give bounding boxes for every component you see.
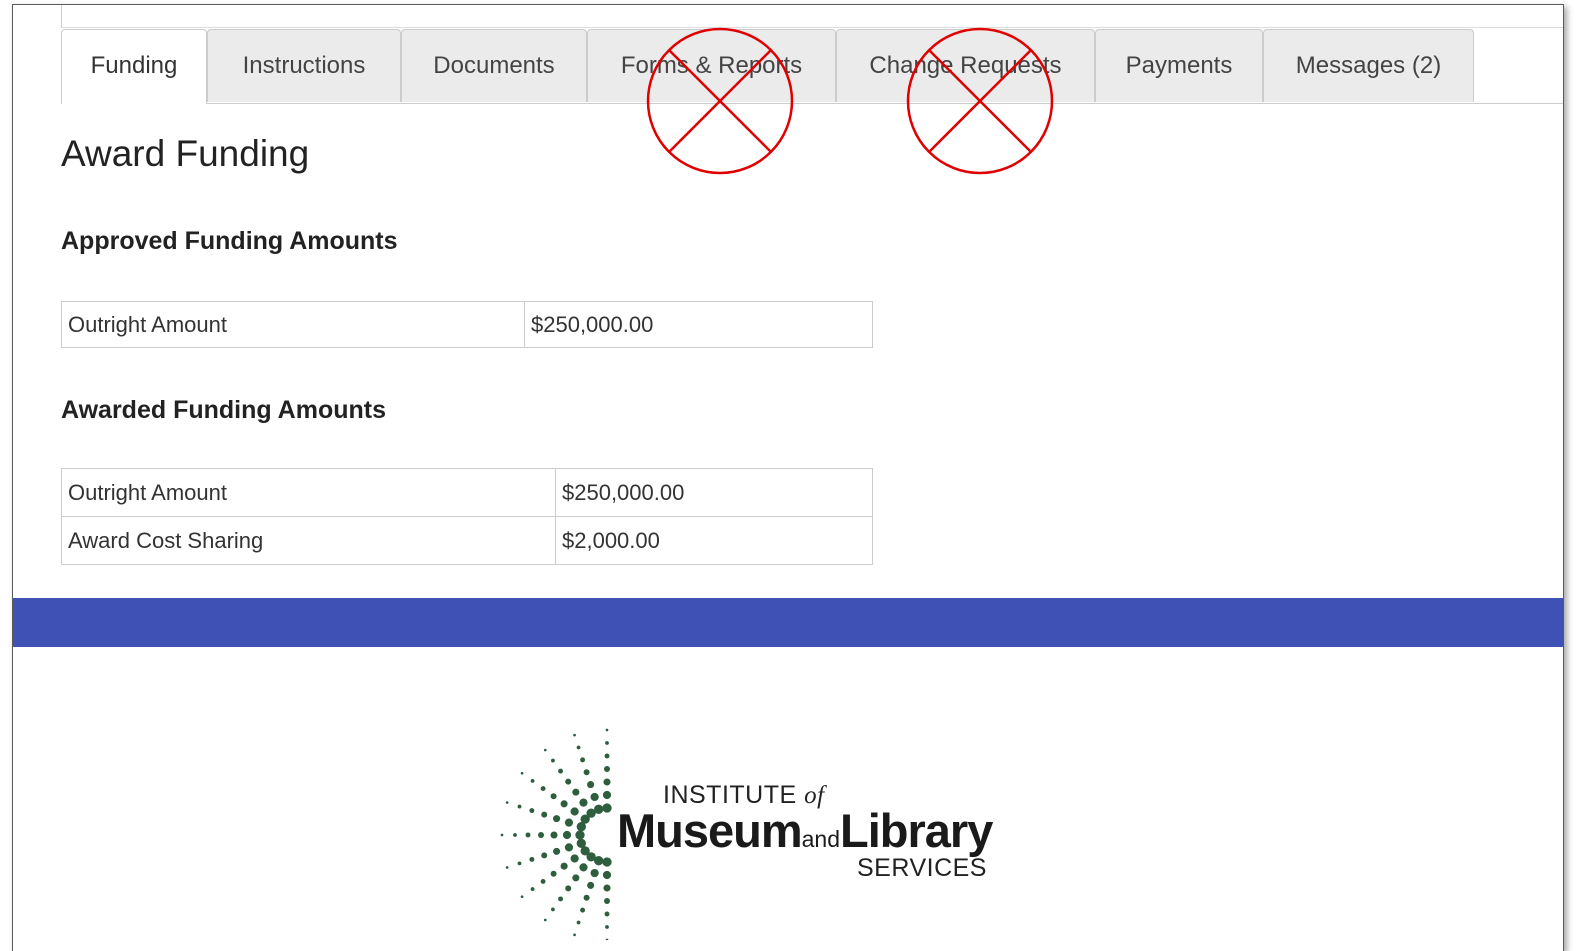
row-label: Outright Amount [61, 468, 556, 517]
tab-label: Instructions [242, 52, 366, 79]
table-row: Award Cost Sharing $2,000.00 [61, 516, 873, 565]
tab-forms-reports[interactable]: Forms & Reports [587, 29, 836, 102]
table-row: Outright Amount $250,000.00 [61, 468, 873, 517]
footer-band [13, 598, 1563, 647]
page-title: Award Funding [61, 133, 310, 174]
tab-documents[interactable]: Documents [401, 29, 587, 102]
tab-bar: Funding Instructions Documents Forms & R… [61, 27, 1563, 175]
tab-payments[interactable]: Payments [1095, 29, 1263, 102]
logo-and-word: and [801, 826, 841, 852]
tab-label: Forms & Reports [620, 52, 803, 79]
logo-main-text: MuseumandLibrary [617, 803, 993, 858]
tab-messages[interactable]: Messages (2) [1263, 29, 1474, 102]
imls-logo: INSTITUTE of MuseumandLibrary SERVICES [489, 725, 1029, 940]
table-row: Outright Amount $250,000.00 [61, 301, 873, 348]
top-strip [61, 5, 1563, 28]
tab-label: Funding [90, 52, 178, 79]
app-frame: Funding Instructions Documents Forms & R… [12, 4, 1564, 951]
tab-instructions[interactable]: Instructions [207, 29, 401, 102]
awarded-amounts-table: Outright Amount $250,000.00 Award Cost S… [61, 468, 873, 565]
tab-funding[interactable]: Funding [61, 29, 207, 104]
row-label: Award Cost Sharing [61, 516, 556, 565]
tab-label: Payments [1125, 52, 1233, 79]
logo-museum-word: Museum [617, 804, 803, 857]
tab-label: Change Requests [869, 52, 1062, 79]
tab-label: Documents [433, 52, 555, 79]
logo-library-word: Library [840, 804, 993, 857]
row-value: $250,000.00 [555, 468, 873, 517]
approved-amounts-table: Outright Amount $250,000.00 [61, 301, 873, 348]
approved-section-title: Approved Funding Amounts [61, 227, 398, 255]
row-value: $2,000.00 [555, 516, 873, 565]
tab-label: Messages (2) [1295, 52, 1442, 79]
row-label: Outright Amount [61, 301, 525, 348]
awarded-section-title: Awarded Funding Amounts [61, 396, 386, 424]
row-value: $250,000.00 [524, 301, 873, 348]
starburst-logo-icon [500, 728, 612, 940]
logo-services-text: SERVICES [857, 854, 987, 882]
tab-change-requests[interactable]: Change Requests [836, 29, 1095, 102]
